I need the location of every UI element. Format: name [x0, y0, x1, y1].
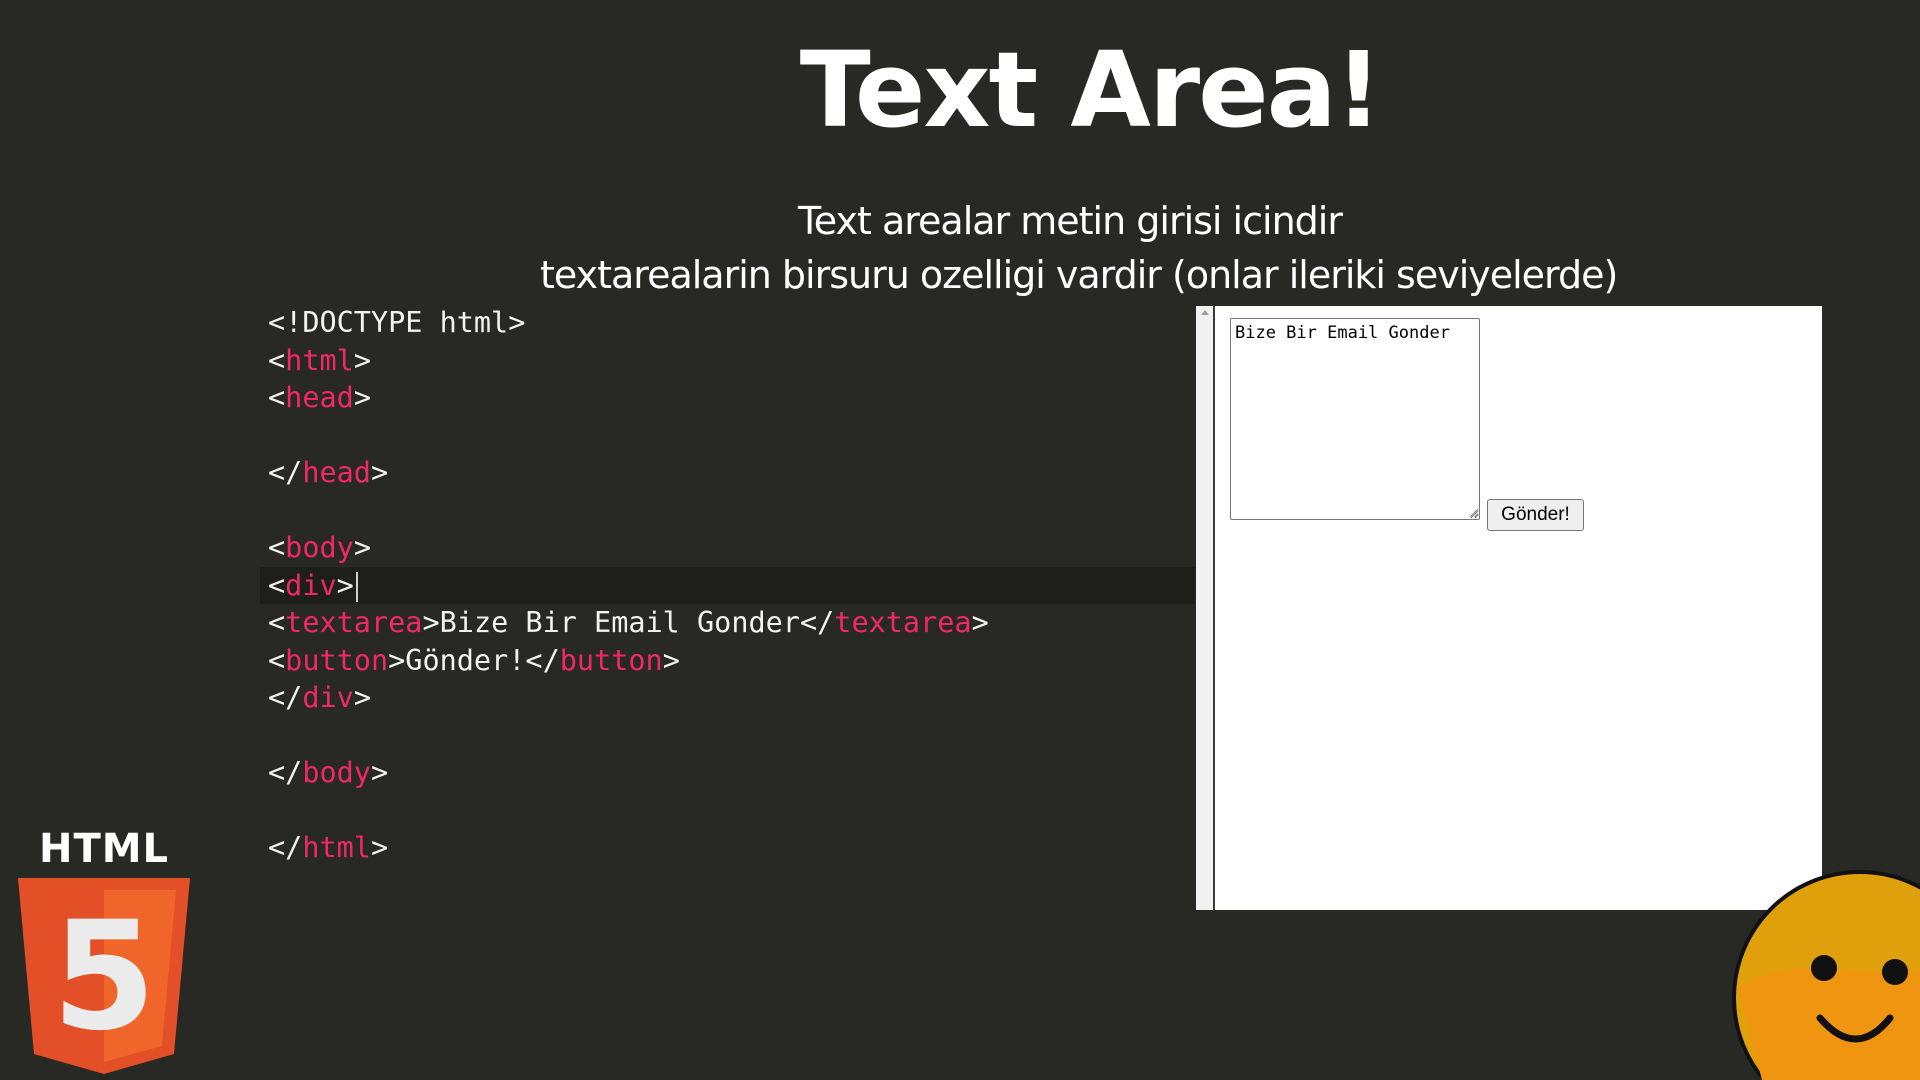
code-line-doctype: <!DOCTYPE html> [260, 304, 1195, 342]
bracket: < [268, 606, 286, 639]
html5-logo: HTML 5 [18, 826, 190, 1076]
code-line-head-close: </head> [260, 454, 1195, 492]
bracket: </ [799, 606, 835, 639]
bracket: > [353, 343, 371, 377]
bracket: > [971, 606, 989, 639]
bracket: > [370, 756, 389, 789]
code-line-div-close: </div> [260, 679, 1195, 717]
tag-textarea: textarea [285, 606, 423, 639]
resize-grip-icon[interactable] [1470, 509, 1478, 517]
html5-logo-word: HTML [38, 826, 170, 872]
demo-textarea[interactable]: Bize Bir Email Gonder [1230, 318, 1480, 520]
tag-html: html [302, 831, 371, 864]
bracket: </ [525, 643, 560, 677]
code-line-textarea: <textarea>Bize Bir Email Gonder</textare… [260, 604, 1195, 642]
bracket: </ [268, 756, 303, 789]
tag-head: head [285, 381, 354, 414]
bracket: > [336, 568, 354, 602]
bracket: < [268, 568, 286, 602]
bracket: < [268, 343, 286, 377]
send-button[interactable]: Gönder! [1487, 499, 1584, 531]
tag-head: head [302, 456, 371, 489]
slide-subtitle-line-2: textarealarin birsuru ozelligi vardir (o… [540, 253, 1618, 297]
bracket: < [268, 381, 286, 414]
bracket: </ [268, 831, 303, 864]
slide-title: Text Area! [799, 29, 1383, 151]
tag-div: div [302, 681, 354, 714]
html5-number: 5 [52, 890, 156, 1064]
bracket: > [370, 456, 389, 489]
scroll-up-arrow-icon[interactable] [1201, 310, 1209, 315]
bracket: > [353, 681, 371, 714]
button-content-text: Gönder! [405, 643, 526, 677]
smiley-left-eye [1811, 955, 1837, 981]
tag-body: body [302, 756, 371, 789]
bracket: > [662, 643, 680, 677]
tag-button: button [559, 643, 663, 677]
code-line-button: <button>Gönder!</button> [260, 642, 1195, 680]
html5-shield-icon: 5 [18, 878, 190, 1074]
slide-subtitle-line-1: Text arealar metin girisi icindir [798, 199, 1343, 243]
bracket: > [422, 606, 440, 639]
slide: Text Area! Text arealar metin girisi ici… [0, 0, 1920, 1080]
smiley-face-icon [1732, 870, 1920, 1080]
bracket: </ [268, 456, 303, 489]
bracket: < [268, 643, 286, 677]
text-cursor [355, 571, 358, 602]
bracket: < [268, 531, 286, 564]
tag-html: html [285, 343, 354, 377]
preview-scrollbar[interactable] [1196, 306, 1215, 910]
smiley-right-eye [1882, 959, 1908, 985]
browser-preview: Bize Bir Email Gonder Gönder! [1196, 306, 1822, 910]
code-line-head-open: <head> [260, 379, 1195, 417]
bracket: > [388, 643, 406, 677]
code-editor[interactable]: <!DOCTYPE html> <html> <head> </head> <b… [260, 304, 1195, 867]
code-line-body-open: <body> [260, 529, 1195, 567]
code-line-body-close: </body> [260, 754, 1195, 792]
bracket: > [353, 531, 371, 564]
code-line-div-open-active: <div> [260, 566, 1195, 604]
tag-div: div [285, 568, 337, 602]
bracket: </ [268, 681, 303, 714]
tag-body: body [285, 531, 354, 564]
code-line-html-open: <html> [260, 342, 1195, 380]
textarea-content-text: Bize Bir Email Gonder [439, 606, 800, 639]
tag-textarea: textarea [834, 606, 972, 639]
code-line-html-close: </html> [260, 829, 1195, 867]
doctype-text: <!DOCTYPE html> [268, 306, 526, 339]
tag-button: button [285, 643, 389, 677]
bracket: > [370, 831, 389, 864]
bracket: > [353, 381, 371, 414]
